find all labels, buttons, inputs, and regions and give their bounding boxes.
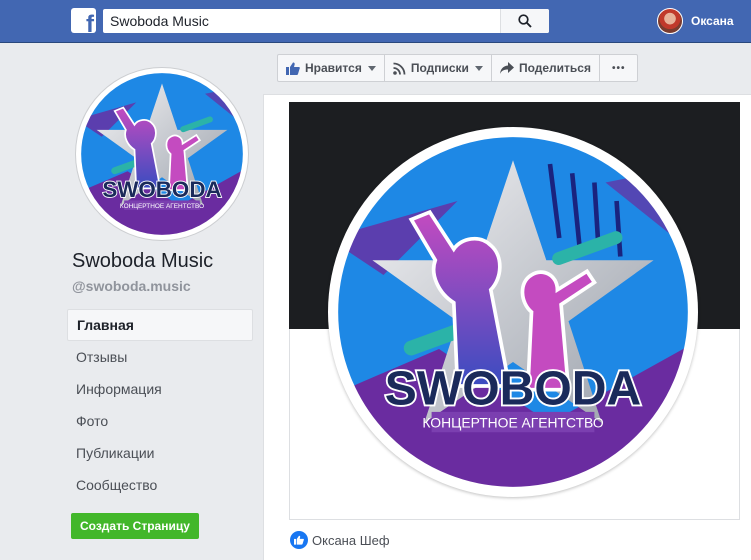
more-options-button[interactable]: ••• bbox=[598, 54, 639, 82]
nav-item-reviews[interactable]: Отзывы bbox=[67, 341, 253, 373]
search-box bbox=[103, 9, 549, 33]
user-name: Оксана bbox=[691, 14, 734, 28]
page-actions-bar: Нравится Подписки Поделиться ••• bbox=[277, 54, 639, 82]
more-dots-icon: ••• bbox=[611, 62, 626, 74]
logo-subtitle: КОНЦЕРТНОЕ АГЕНТСТВО bbox=[422, 415, 603, 431]
search-icon bbox=[518, 14, 532, 28]
facebook-logo-icon[interactable]: f bbox=[71, 8, 96, 33]
chevron-down-icon bbox=[367, 65, 376, 71]
thumbs-up-icon bbox=[286, 62, 300, 75]
friend-likes-row[interactable]: Оксана Шеф bbox=[290, 531, 390, 549]
swoboda-logo-large: SWOBODA КОНЦЕРТНОЕ АГЕНТСТВО bbox=[332, 131, 694, 493]
nav-item-photos[interactable]: Фото bbox=[67, 405, 253, 437]
share-button[interactable]: Поделиться bbox=[490, 54, 600, 82]
like-label: Нравится bbox=[305, 61, 362, 75]
nav-item-home[interactable]: Главная bbox=[67, 309, 253, 341]
page-username[interactable]: @swoboda.music bbox=[72, 278, 191, 294]
page-profile-picture[interactable]: SWOBODA КОНЦЕРТНОЕ АГЕНТСТВО bbox=[76, 68, 248, 240]
search-button[interactable] bbox=[500, 9, 549, 33]
like-button[interactable]: Нравится bbox=[277, 54, 385, 82]
nav-item-posts[interactable]: Публикации bbox=[67, 437, 253, 469]
chevron-down-icon bbox=[474, 65, 483, 71]
rss-icon bbox=[393, 62, 406, 75]
like-badge-icon bbox=[290, 531, 308, 549]
friend-name[interactable]: Оксана Шеф bbox=[312, 533, 390, 548]
avatar bbox=[657, 8, 683, 34]
nav-item-community[interactable]: Сообщество bbox=[67, 469, 253, 501]
page-sidebar: SWOBODA КОНЦЕРТНОЕ АГЕНТСТВО Swoboda Mus… bbox=[64, 42, 264, 559]
logo-wordmark: SWOBODA bbox=[385, 362, 641, 416]
top-navigation-bar: f Оксана bbox=[0, 0, 751, 43]
swoboda-logo: SWOBODA КОНЦЕРТНОЕ АГЕНТСТВО bbox=[77, 69, 247, 239]
page-navigation: Главная Отзывы Информация Фото Публикаци… bbox=[67, 309, 253, 501]
cover-profile-picture[interactable]: SWOBODA КОНЦЕРТНОЕ АГЕНТСТВО bbox=[328, 127, 698, 497]
logo-subtitle: КОНЦЕРТНОЕ АГЕНТСТВО bbox=[120, 203, 204, 210]
follow-label: Подписки bbox=[410, 61, 469, 75]
create-page-button[interactable]: Создать Страницу bbox=[71, 513, 199, 539]
user-profile-link[interactable]: Оксана bbox=[657, 8, 734, 34]
logo-wordmark: SWOBODA bbox=[102, 177, 221, 202]
follow-button[interactable]: Подписки bbox=[383, 54, 492, 82]
page-title[interactable]: Swoboda Music bbox=[72, 250, 213, 273]
share-arrow-icon bbox=[499, 62, 514, 74]
nav-item-about[interactable]: Информация bbox=[67, 373, 253, 405]
share-label: Поделиться bbox=[518, 61, 591, 75]
search-input[interactable] bbox=[103, 9, 517, 33]
